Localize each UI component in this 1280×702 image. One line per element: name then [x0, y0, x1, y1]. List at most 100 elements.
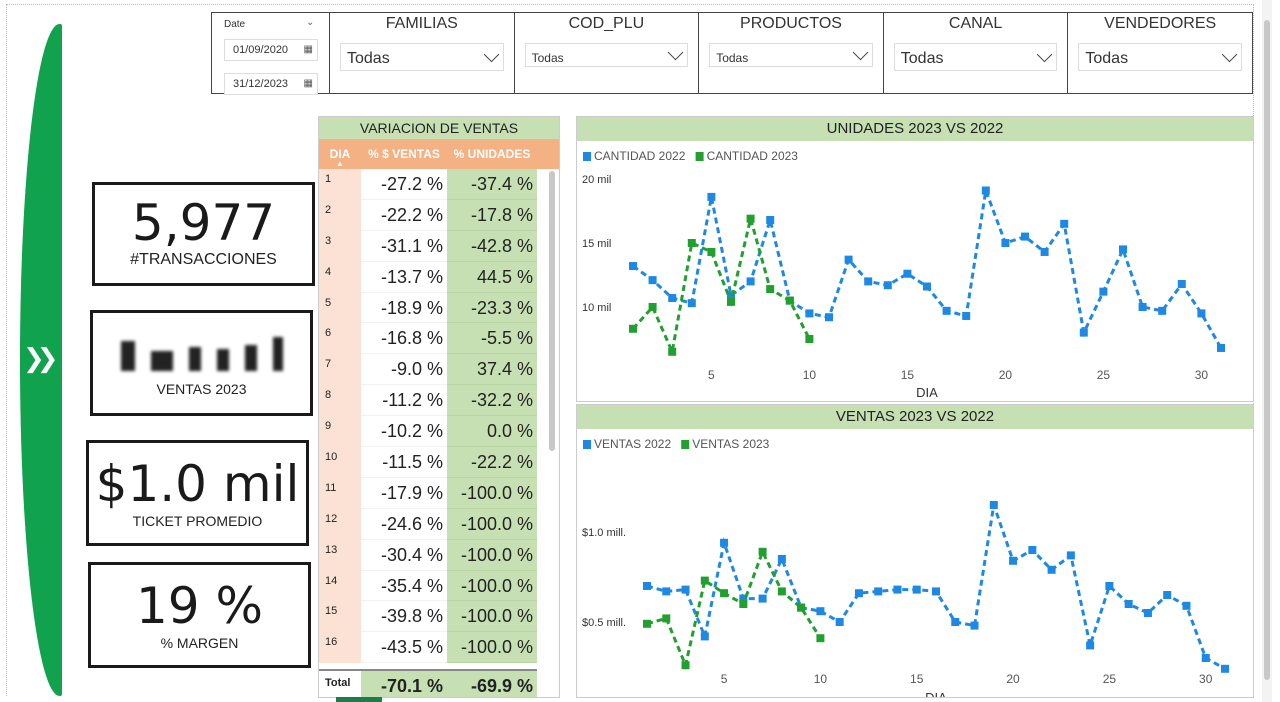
data-point[interactable]	[989, 501, 998, 509]
data-point[interactable]	[746, 277, 755, 286]
series-line-2022[interactable]	[632, 184, 1223, 349]
data-point[interactable]	[681, 661, 690, 670]
data-point[interactable]	[970, 621, 979, 630]
data-point[interactable]	[805, 309, 814, 318]
legend-label[interactable]: VENTAS 2022	[594, 437, 671, 451]
data-point[interactable]	[727, 297, 735, 306]
table-row[interactable]: 5 -18.9 % -23.3 %	[319, 292, 559, 324]
data-point[interactable]	[1119, 245, 1127, 254]
data-point[interactable]	[883, 281, 892, 290]
table-row[interactable]: 7 -9.0 % 37.4 %	[319, 354, 559, 386]
data-point[interactable]	[1066, 551, 1075, 560]
data-point[interactable]	[687, 239, 696, 247]
data-point[interactable]	[844, 255, 853, 264]
data-point[interactable]	[932, 587, 940, 596]
data-point[interactable]	[766, 285, 775, 294]
column-header-dia[interactable]: DIA ▲	[319, 139, 361, 169]
data-point[interactable]	[1143, 609, 1152, 617]
data-point[interactable]	[1221, 664, 1229, 673]
chevron-down-icon[interactable]: ⌄	[306, 17, 314, 28]
date-start-input[interactable]: 01/09/2020 ▦	[224, 39, 318, 61]
data-point[interactable]	[854, 589, 863, 598]
data-point[interactable]	[903, 269, 912, 278]
data-point[interactable]	[668, 347, 677, 356]
page-scrollbar-thumb[interactable]	[1264, 20, 1270, 680]
data-point[interactable]	[687, 299, 696, 308]
data-point[interactable]	[643, 619, 651, 628]
data-point[interactable]	[1201, 654, 1210, 662]
data-point[interactable]	[1021, 232, 1029, 241]
data-point[interactable]	[668, 294, 677, 303]
table-row[interactable]: 10 -11.5 % -22.2 %	[319, 447, 559, 478]
data-point[interactable]	[951, 618, 960, 626]
data-point[interactable]	[648, 303, 657, 311]
data-point[interactable]	[700, 576, 709, 585]
calendar-icon[interactable]: ▦	[304, 74, 313, 94]
data-point[interactable]	[629, 262, 637, 271]
data-point[interactable]	[785, 296, 794, 305]
table-row[interactable]: 14 -35.4 % -100.0 %	[319, 570, 559, 602]
page-scrollbar[interactable]	[1262, 0, 1272, 702]
column-header-ventas[interactable]: % $ VENTAS	[361, 139, 447, 169]
legend-label[interactable]: VENTAS 2023	[692, 437, 769, 451]
data-point[interactable]	[1124, 600, 1133, 608]
data-point[interactable]	[981, 186, 990, 195]
page-tab-indicator[interactable]	[336, 697, 382, 702]
legend-label[interactable]: CANTIDAD 2022	[594, 149, 686, 163]
data-point[interactable]	[1158, 306, 1167, 315]
date-slicer[interactable]: Date ⌄ 01/09/2020 ▦ 31/12/2023 ▦	[212, 13, 330, 95]
table-scrollbar[interactable]	[549, 171, 555, 451]
data-point[interactable]	[777, 555, 786, 563]
data-point[interactable]	[816, 634, 825, 643]
table-row[interactable]: 6 -16.8 % -5.5 %	[319, 323, 559, 355]
data-point[interactable]	[1047, 565, 1056, 574]
data-point[interactable]	[1028, 546, 1037, 554]
table-row[interactable]: 4 -13.7 % 44.5 %	[319, 261, 559, 293]
slicer-dropdown[interactable]: Todas	[340, 43, 504, 71]
data-point[interactable]	[758, 547, 767, 556]
data-point[interactable]	[720, 538, 729, 547]
data-point[interactable]	[681, 585, 690, 594]
data-point[interactable]	[835, 618, 844, 626]
data-point[interactable]	[1182, 601, 1191, 610]
data-point[interactable]	[962, 311, 971, 320]
data-point[interactable]	[1040, 247, 1049, 256]
legend-label[interactable]: CANTIDAD 2023	[707, 149, 799, 163]
data-point[interactable]	[758, 594, 767, 603]
data-point[interactable]	[643, 582, 651, 590]
data-point[interactable]	[825, 313, 833, 322]
data-point[interactable]	[864, 277, 873, 286]
data-point[interactable]	[707, 247, 716, 256]
data-point[interactable]	[805, 335, 814, 343]
data-point[interactable]	[1177, 279, 1186, 288]
table-row[interactable]: 9 -10.2 % 0.0 %	[319, 416, 559, 448]
data-point[interactable]	[629, 324, 637, 333]
data-point[interactable]	[777, 587, 786, 596]
table-row[interactable]: 16 -43.5 % -100.0 %	[319, 632, 559, 664]
table-row[interactable]: 8 -11.2 % -32.2 %	[319, 385, 559, 417]
data-point[interactable]	[746, 214, 755, 223]
data-point[interactable]	[739, 600, 748, 608]
data-point[interactable]	[648, 276, 657, 285]
slicer-dropdown[interactable]: Todas	[524, 43, 689, 67]
data-point[interactable]	[816, 607, 825, 616]
slicer-dropdown[interactable]: Todas	[1078, 43, 1242, 71]
data-point[interactable]	[1001, 239, 1010, 247]
table-row[interactable]: 1 -27.2 % -37.4 %	[319, 169, 559, 200]
data-point[interactable]	[942, 306, 951, 315]
data-point[interactable]	[893, 585, 902, 594]
table-row[interactable]: 11 -17.9 % -100.0 %	[319, 477, 559, 509]
data-point[interactable]	[1163, 591, 1172, 599]
data-point[interactable]	[700, 632, 709, 641]
data-point[interactable]	[662, 614, 671, 623]
data-point[interactable]	[1009, 556, 1018, 565]
data-point[interactable]	[1086, 641, 1095, 650]
data-point[interactable]	[1079, 328, 1088, 337]
data-point[interactable]	[912, 585, 921, 594]
data-point[interactable]	[1060, 219, 1069, 228]
table-row[interactable]: 12 -24.6 % -100.0 %	[319, 508, 559, 540]
slicer-dropdown[interactable]: Todas	[709, 43, 873, 67]
data-point[interactable]	[662, 587, 671, 596]
table-row[interactable]: 15 -39.8 % -100.0 %	[319, 601, 559, 633]
data-point[interactable]	[874, 587, 883, 596]
